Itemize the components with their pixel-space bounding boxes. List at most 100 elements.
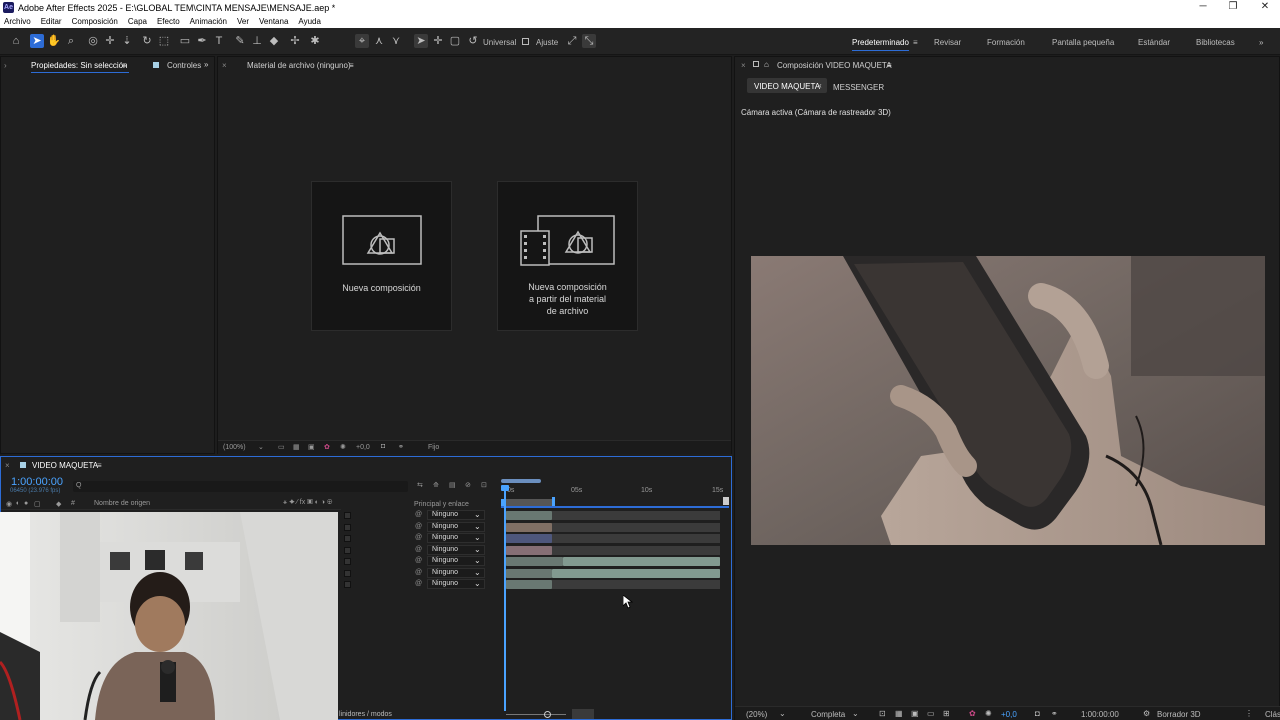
workspace-formacion[interactable]: Formación — [987, 38, 1025, 47]
roto-brush-tool-icon[interactable]: ✢ — [288, 34, 302, 48]
axis-world-icon[interactable]: ⋎ — [389, 34, 403, 48]
workspace-predeterminado[interactable]: Predeterminado — [852, 38, 909, 47]
menu-ayuda[interactable]: Ayuda — [298, 17, 321, 26]
workspace-estandar[interactable]: Estándar — [1138, 38, 1170, 47]
snapping-options-icon[interactable]: ⤡ — [582, 34, 596, 48]
parent-link-column[interactable]: Principal y enlace — [414, 501, 469, 508]
ajuste-checkbox[interactable] — [522, 38, 529, 45]
show-channel-icon[interactable]: ⚭ — [398, 443, 404, 451]
layer-duration-bar[interactable] — [552, 568, 720, 578]
menu-composicion[interactable]: Composición — [72, 17, 118, 26]
tab-messenger[interactable]: MESSENGER — [833, 83, 884, 92]
lock-switch-icon[interactable]: ▢ — [34, 500, 41, 508]
pick-whip-icon[interactable]: @ — [415, 546, 422, 553]
minimize-button[interactable]: ─ — [1188, 0, 1218, 15]
footage-panel-menu-icon[interactable]: ≡ — [349, 61, 354, 70]
shy-layers-icon[interactable]: ▤ — [449, 481, 456, 489]
layer-search-input[interactable]: Q — [73, 481, 408, 492]
pick-whip-icon[interactable]: @ — [415, 534, 422, 541]
pick-whip-icon[interactable]: @ — [415, 557, 422, 564]
move-3d-icon[interactable]: ✛ — [431, 34, 445, 48]
composition-viewer-frame[interactable] — [751, 256, 1265, 545]
comp-exposure-value[interactable]: +0,0 — [1001, 710, 1017, 719]
show-snapshot-icon[interactable]: ⚭ — [1051, 709, 1058, 718]
zoom-slider-track[interactable] — [506, 714, 566, 715]
snapping-magnet-icon[interactable]: ⤢ — [565, 34, 579, 48]
comp-panel-title[interactable]: Composición VIDEO MAQUETA — [777, 61, 892, 70]
layer-label-swatch[interactable] — [344, 523, 351, 531]
workspace-bibliotecas[interactable]: Bibliotecas — [1196, 38, 1235, 47]
zoom-tool-icon[interactable]: ⌕ — [64, 34, 78, 48]
footage-panel-title[interactable]: Material de archivo (ninguno) — [247, 61, 351, 70]
current-time-indicator[interactable] — [501, 485, 509, 491]
rotate-3d-icon[interactable]: ↺ — [466, 34, 480, 48]
snapshot-icon[interactable]: ◘ — [1035, 709, 1040, 718]
pen-tool-icon[interactable]: ✒ — [195, 34, 209, 48]
menu-ver[interactable]: Ver — [237, 17, 249, 26]
parent-dropdown[interactable]: Ninguno ⌄ — [427, 510, 485, 520]
snap-toggle-icon[interactable]: ⌖ — [355, 34, 369, 48]
pan-camera-tool-icon[interactable]: ✛ — [103, 34, 117, 48]
footage-exposure-value[interactable]: +0,0 — [356, 444, 370, 451]
resolution-icon[interactable]: ▭ — [278, 443, 285, 451]
work-area-bar[interactable] — [501, 499, 553, 506]
pan-behind-tool-icon[interactable]: ⬚ — [157, 34, 171, 48]
layer-duration-bar[interactable] — [506, 511, 552, 520]
layer-label-swatch[interactable] — [344, 558, 351, 565]
home-icon[interactable]: ⌂ — [9, 34, 23, 48]
menu-archivo[interactable]: Archivo — [4, 17, 31, 26]
timeline-timecode[interactable]: 1:00:00:00 — [11, 476, 63, 488]
toggle-mask-icon[interactable]: ▭ — [927, 709, 935, 718]
layer-label-swatch[interactable] — [344, 546, 351, 554]
text-tool-icon[interactable]: T — [212, 34, 226, 48]
comp-panel-collapse-icon[interactable]: × — [741, 61, 746, 70]
workspace-revisar[interactable]: Revisar — [934, 38, 961, 47]
transparency-grid-icon[interactable]: ▦ — [895, 709, 903, 718]
select-3d-icon[interactable]: ➤ — [414, 34, 428, 48]
layer-duration-bar[interactable] — [506, 580, 552, 589]
menu-animacion[interactable]: Animación — [190, 17, 227, 26]
snapshot-icon[interactable]: ◘ — [381, 443, 385, 450]
timeline-menu-icon[interactable]: ≡ — [97, 461, 102, 470]
orbit-camera-tool-icon[interactable]: ◎ — [86, 34, 100, 48]
parent-dropdown[interactable]: Ninguno ⌄ — [427, 567, 485, 578]
chevron-down-icon[interactable]: ⌄ — [779, 709, 786, 718]
region-of-interest-icon[interactable]: ▣ — [911, 709, 919, 718]
rotate-tool-icon[interactable]: ↻ — [140, 34, 154, 48]
new-comp-from-footage-tile[interactable]: Nueva composición a partir del material … — [497, 181, 638, 331]
playhead[interactable] — [504, 485, 506, 711]
workspace-menu-icon[interactable]: ≡ — [913, 38, 918, 47]
color-channels-icon[interactable]: ✿ — [969, 709, 976, 718]
pick-whip-icon[interactable]: @ — [415, 569, 422, 576]
parent-dropdown[interactable]: Ninguno ⌄ — [427, 579, 485, 589]
rectangle-tool-icon[interactable]: ▭ — [178, 34, 192, 48]
comp-cut-label[interactable]: Clás — [1265, 710, 1280, 719]
timeline-tab[interactable]: VIDEO MAQUETA — [32, 461, 98, 470]
audio-switch-icon[interactable]: ◖ — [15, 500, 19, 507]
tab-controls[interactable]: Controles — [167, 61, 201, 70]
renderer-mode[interactable]: Borrador 3D — [1157, 710, 1201, 719]
comp-zoom-dropdown[interactable]: (20%) — [746, 710, 767, 719]
restore-button[interactable]: ❐ — [1218, 0, 1248, 15]
footage-zoom-dropdown[interactable]: (100%) — [223, 444, 246, 451]
panel-menu-icon[interactable]: ≡ — [122, 61, 127, 70]
comp-panel-menu-icon[interactable]: ≡ — [887, 61, 892, 70]
pick-whip-icon[interactable]: @ — [415, 511, 422, 518]
layer-switches-icons[interactable]: ⚹ ✦ ⁄ fx ▣ ◐ ◑ ⊕ — [283, 499, 332, 507]
layer-duration-bar[interactable] — [563, 557, 720, 566]
universal-label[interactable]: Universal — [483, 38, 516, 47]
chevron-down-icon[interactable]: ⌄ — [258, 443, 264, 451]
parent-dropdown[interactable]: Ninguno ⌄ — [427, 521, 485, 532]
work-area-end-handle[interactable] — [552, 497, 555, 506]
footage-panel-collapse-icon[interactable]: × — [222, 61, 227, 70]
video-switch-icon[interactable]: ◉ — [6, 500, 12, 508]
layer-label-swatch[interactable] — [344, 581, 351, 588]
menu-editar[interactable]: Editar — [41, 17, 62, 26]
menu-capa[interactable]: Capa — [128, 17, 147, 26]
axis-local-icon[interactable]: ⋏ — [372, 34, 386, 48]
comp-panel-pin-icon[interactable]: ⌂ — [764, 60, 769, 69]
footage-mode[interactable]: Fijo — [428, 444, 439, 451]
switches-modes-toggle[interactable]: linidores / modos — [339, 711, 392, 718]
source-name-column[interactable]: Nombre de origen — [94, 500, 150, 507]
parent-dropdown[interactable]: Ninguno ⌄ — [427, 556, 485, 566]
